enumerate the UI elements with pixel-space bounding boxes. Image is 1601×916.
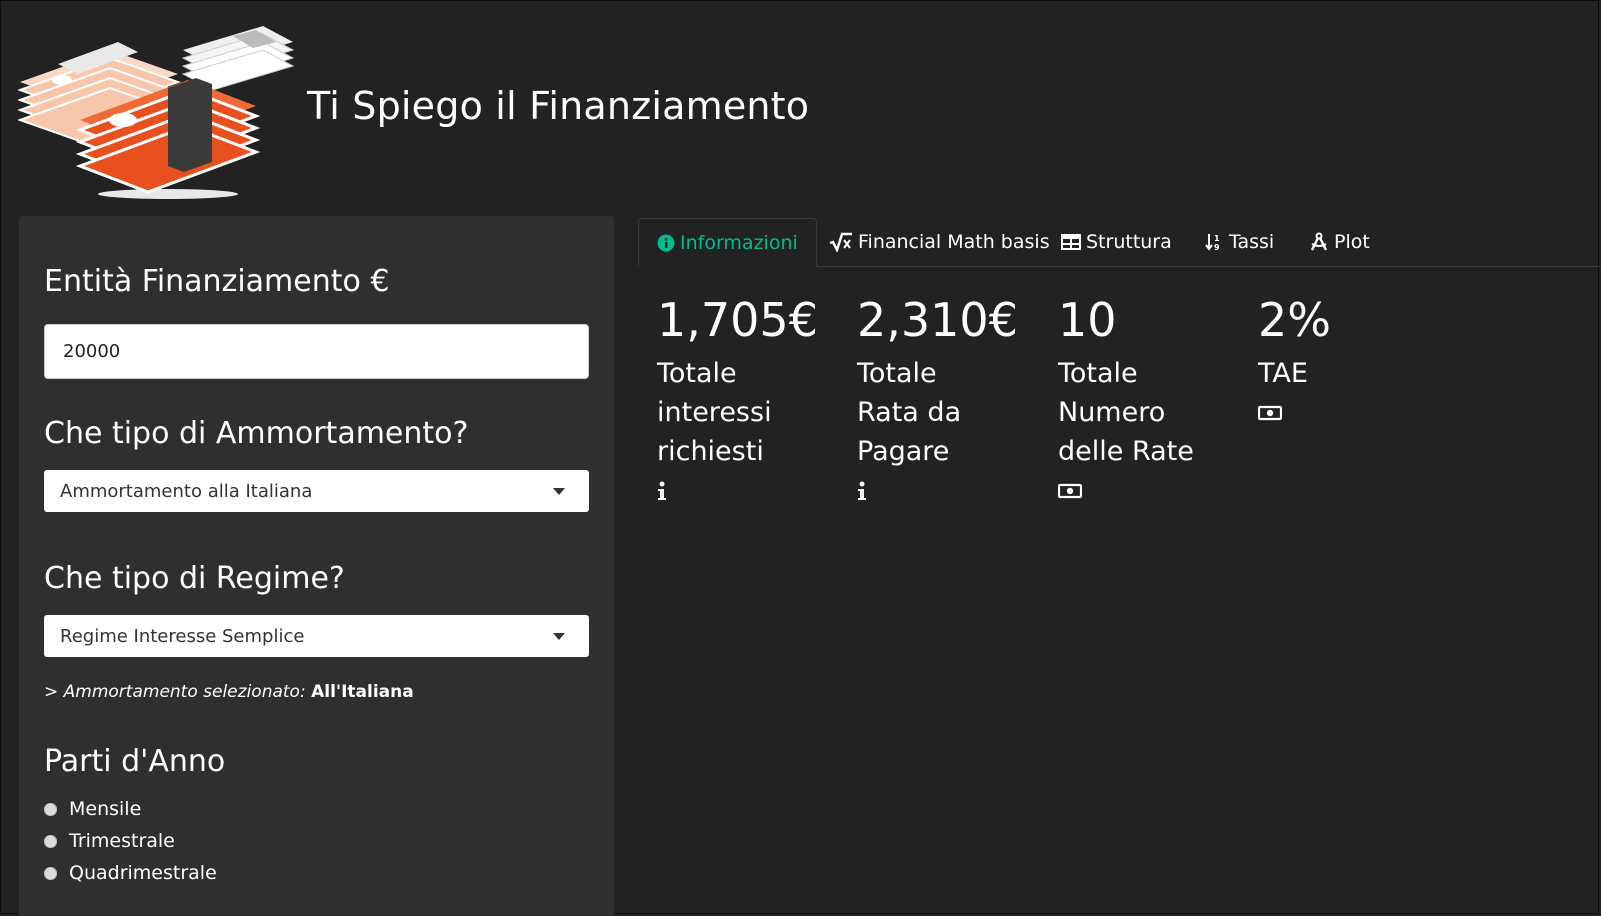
tab-tassi[interactable]: 19 Tassi bbox=[1204, 218, 1274, 266]
tab-label: Financial Math basis bbox=[858, 231, 1050, 253]
tab-informazioni[interactable]: Informazioni bbox=[638, 218, 817, 267]
radio-circle[interactable] bbox=[44, 834, 57, 848]
ammortamento-label: Che tipo di Ammortamento? bbox=[44, 416, 469, 451]
tab-struttura[interactable]: Struttura bbox=[1061, 218, 1172, 266]
chevron-down-icon bbox=[553, 632, 565, 640]
info-icon bbox=[657, 479, 847, 503]
amount-label: Entità Finanziamento € bbox=[44, 264, 390, 299]
regime-selected-value: Regime Interesse Semplice bbox=[60, 625, 305, 647]
ammortamento-select[interactable]: Ammortamento alla Italiana bbox=[44, 470, 589, 512]
stat-label: TAE bbox=[1258, 358, 1308, 389]
regime-select[interactable]: Regime Interesse Semplice bbox=[44, 615, 589, 657]
svg-text:1: 1 bbox=[1214, 234, 1220, 243]
radio-circle[interactable] bbox=[44, 802, 57, 816]
tab-label: Informazioni bbox=[680, 231, 798, 254]
ammortamento-selected-value: Ammortamento alla Italiana bbox=[60, 480, 313, 502]
info-circle-icon bbox=[657, 234, 675, 252]
stat-label: Totale interessi richiesti bbox=[657, 358, 772, 467]
ammortamento-note: > Ammortamento selezionato: All'Italiana bbox=[44, 682, 414, 702]
tab-bar: Informazioni Financial Math basis Strutt… bbox=[638, 218, 1601, 267]
radio-circle[interactable] bbox=[44, 866, 57, 880]
radio-label: Trimestrale bbox=[69, 830, 175, 852]
tab-financial-math-basis[interactable]: Financial Math basis bbox=[829, 218, 1050, 266]
money-bill-icon bbox=[1258, 401, 1448, 425]
amount-input[interactable] bbox=[44, 324, 589, 379]
radio-quadrimestrale[interactable]: Quadrimestrale bbox=[44, 862, 217, 884]
square-root-icon bbox=[829, 232, 853, 252]
tab-label: Struttura bbox=[1086, 231, 1172, 253]
stat-totale-interessi: 1,705€ Totale interessi richiesti bbox=[657, 292, 847, 503]
radio-label: Quadrimestrale bbox=[69, 862, 217, 884]
info-icon bbox=[857, 479, 1047, 503]
radio-trimestrale[interactable]: Trimestrale bbox=[44, 830, 175, 852]
tab-plot[interactable]: Plot bbox=[1309, 218, 1370, 266]
note-prefix: > bbox=[44, 682, 64, 702]
table-icon bbox=[1061, 234, 1081, 250]
stat-numero-rate: 10 Totale Numero delle Rate bbox=[1058, 292, 1248, 503]
stat-value: 1,705€ bbox=[657, 293, 818, 347]
sort-numeric-icon: 19 bbox=[1204, 232, 1224, 252]
stat-label: Totale Rata da Pagare bbox=[857, 358, 962, 467]
note-bold: All'Italiana bbox=[311, 682, 414, 702]
radio-label: Mensile bbox=[69, 798, 142, 820]
radio-mensile[interactable]: Mensile bbox=[44, 798, 141, 820]
stat-value: 2% bbox=[1258, 293, 1331, 347]
money-bill-icon bbox=[1058, 479, 1248, 503]
stat-totale-rata: 2,310€ Totale Rata da Pagare bbox=[857, 292, 1047, 503]
svg-text:9: 9 bbox=[1214, 243, 1220, 252]
stat-value: 2,310€ bbox=[857, 293, 1018, 347]
stat-tae: 2% TAE bbox=[1258, 292, 1448, 425]
regime-label: Che tipo di Regime? bbox=[44, 561, 345, 596]
tab-label: Tassi bbox=[1229, 231, 1275, 253]
note-italic: Ammortamento selezionato: bbox=[63, 682, 306, 702]
compass-drafting-icon bbox=[1309, 232, 1329, 252]
sidebar-panel: Entità Finanziamento € Che tipo di Ammor… bbox=[19, 216, 614, 916]
logo-icon bbox=[17, 22, 296, 204]
tab-label: Plot bbox=[1334, 231, 1370, 253]
app-title: Ti Spiego il Finanziamento bbox=[307, 84, 810, 128]
stat-value: 10 bbox=[1058, 293, 1117, 347]
parti-anno-label: Parti d'Anno bbox=[44, 744, 226, 779]
stat-label: Totale Numero delle Rate bbox=[1058, 358, 1194, 467]
chevron-down-icon bbox=[553, 487, 565, 495]
